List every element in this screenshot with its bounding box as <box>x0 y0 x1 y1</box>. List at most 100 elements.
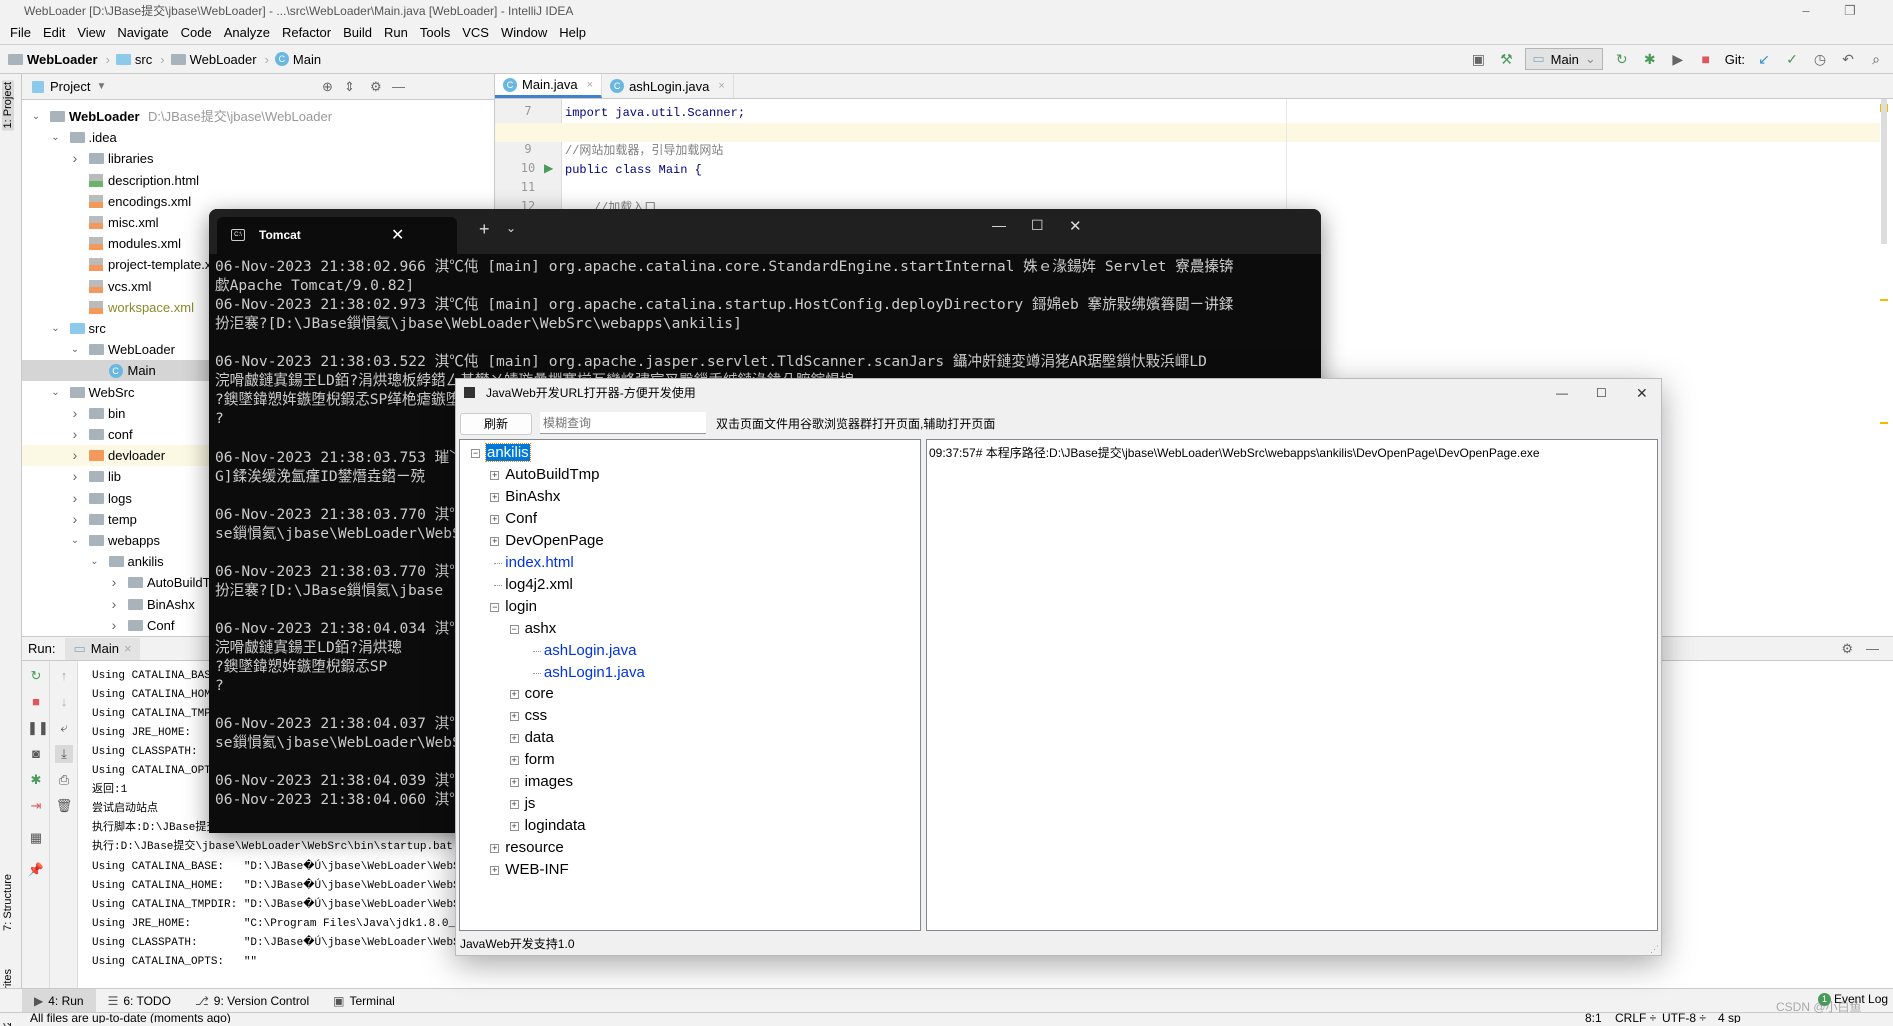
minimize-button[interactable]: – <box>1786 0 1826 22</box>
close-button[interactable]: ✕ <box>1636 379 1648 407</box>
soft-wrap-icon[interactable]: ⤶ <box>55 719 73 737</box>
chevron-right-icon[interactable]: › <box>108 572 120 593</box>
chevron-down-icon[interactable]: ⌄ <box>30 106 42 127</box>
caret-position[interactable]: 8:1 <box>1585 1013 1602 1023</box>
chevron-right-icon[interactable]: › <box>69 148 81 169</box>
expand-plus-icon[interactable]: + <box>509 822 519 832</box>
editor-scrollbar[interactable] <box>1881 99 1887 244</box>
rollback-icon[interactable]: ↶ <box>1839 50 1857 68</box>
expand-plus-icon[interactable]: + <box>509 712 519 722</box>
hide-panel-icon[interactable]: — <box>1866 641 1879 656</box>
menu-view[interactable]: View <box>71 22 111 44</box>
hide-panel-icon[interactable]: — <box>392 79 405 94</box>
chevron-right-icon[interactable]: › <box>108 615 120 636</box>
tree-node[interactable]: BinAshx <box>505 486 560 508</box>
chevron-down-icon[interactable]: ⌄ <box>69 339 81 360</box>
breadcrumb-package[interactable]: WebLoader › <box>170 52 269 67</box>
menu-edit[interactable]: Edit <box>37 22 71 44</box>
scroll-to-end-icon[interactable]: ⤓ <box>55 745 73 763</box>
toolwindow-terminal[interactable]: ▣ Terminal <box>321 989 407 1013</box>
gear-icon[interactable]: ⚙ <box>1841 641 1853 657</box>
tree-node[interactable]: form <box>525 749 555 771</box>
tree-node[interactable]: resource <box>505 837 563 859</box>
expand-plus-icon[interactable]: + <box>509 778 519 788</box>
menu-build[interactable]: Build <box>337 22 378 44</box>
refresh-button[interactable]: 刷新 <box>460 413 532 435</box>
chevron-right-icon[interactable]: › <box>69 488 81 509</box>
breadcrumb-project[interactable]: WebLoader › <box>8 52 110 67</box>
layout-icon[interactable]: ▦ <box>27 829 45 847</box>
line-separator[interactable]: CRLF ÷ <box>1615 1013 1656 1023</box>
chevron-down-icon[interactable]: ⌄ <box>50 382 62 403</box>
trash-icon[interactable]: 🗑 <box>55 797 73 815</box>
tree-node[interactable]: Conf <box>505 508 537 530</box>
chevron-down-icon[interactable]: ⌄ <box>50 318 62 339</box>
stop-icon[interactable]: ■ <box>1697 50 1715 68</box>
git-update-icon[interactable]: ↙ <box>1755 50 1773 68</box>
exit-icon[interactable]: ⇥ <box>27 797 45 815</box>
chevron-down-icon[interactable]: ▼ <box>96 81 106 92</box>
breadcrumb-src[interactable]: src › <box>115 52 165 67</box>
arrow-down-icon[interactable]: ↓ <box>55 693 73 711</box>
expand-plus-icon[interactable]: + <box>490 844 500 854</box>
pause-icon[interactable]: ❚❚ <box>27 719 49 737</box>
new-tab-icon[interactable]: + <box>479 219 490 240</box>
expand-plus-icon[interactable]: + <box>509 800 519 810</box>
menu-run[interactable]: Run <box>378 22 414 44</box>
maximize-button[interactable]: ☐ <box>1596 379 1607 407</box>
tree-node[interactable]: WEB-INF <box>505 859 568 881</box>
chevron-right-icon[interactable]: › <box>69 466 81 487</box>
collapse-all-icon[interactable]: ⇕ <box>344 79 355 95</box>
tree-node[interactable]: core <box>525 683 554 705</box>
chevron-right-icon[interactable]: › <box>108 594 120 615</box>
rerun-icon[interactable]: ↻ <box>27 667 45 685</box>
expand-plus-icon[interactable]: + <box>490 470 500 480</box>
expand-plus-icon[interactable]: + <box>490 492 500 502</box>
chevron-right-icon[interactable]: › <box>69 424 81 445</box>
tree-item[interactable]: › libraries <box>22 148 494 169</box>
tree-item[interactable]: ⌄ .idea <box>22 127 494 148</box>
file-encoding[interactable]: UTF-8 ÷ <box>1662 1013 1706 1023</box>
project-view-select[interactable]: Project <box>50 79 90 94</box>
menu-refactor[interactable]: Refactor <box>276 22 337 44</box>
close-tab-icon[interactable]: ✕ <box>391 217 404 254</box>
tree-node[interactable]: log4j2.xml <box>505 574 573 596</box>
tree-node[interactable]: css <box>525 705 548 727</box>
collapse-minus-icon[interactable]: − <box>471 449 480 458</box>
minimize-button[interactable]: — <box>992 217 1006 233</box>
chevron-down-icon[interactable]: ⌄ <box>69 530 81 551</box>
tree-node[interactable]: ashLogin1.java <box>544 662 645 684</box>
expand-plus-icon[interactable]: + <box>490 536 500 546</box>
pin-icon[interactable]: 📌 <box>27 861 45 879</box>
expand-plus-icon[interactable]: + <box>509 756 519 766</box>
print-icon[interactable]: ⎙ <box>55 771 73 789</box>
tree-item[interactable]: description.html <box>22 170 494 191</box>
close-icon[interactable]: × <box>124 641 132 656</box>
menu-file[interactable]: File <box>4 22 37 44</box>
search-input[interactable] <box>540 412 706 434</box>
stop-icon[interactable]: ■ <box>27 693 45 711</box>
tree-node[interactable]: data <box>525 727 554 749</box>
menu-analyze[interactable]: Analyze <box>218 22 276 44</box>
error-stripe-marker[interactable] <box>1880 422 1888 424</box>
expand-plus-icon[interactable]: + <box>490 866 500 876</box>
collapse-minus-icon[interactable]: − <box>490 602 500 612</box>
coverage-icon[interactable]: ▶ <box>1669 50 1687 68</box>
tree-node[interactable]: logindata <box>525 815 586 837</box>
structure-tool-button[interactable]: 7: Structure <box>2 874 14 931</box>
file-tree[interactable]: − ankilis + AutoBuildTmp + BinAshx + Conf + DevOp… <box>459 439 921 931</box>
tree-item[interactable]: ⌄ WebLoader D:\JBase提交\jbase\WebLoader <box>22 106 494 127</box>
tree-node[interactable]: ashLogin.java <box>544 640 637 662</box>
expand-plus-icon[interactable]: + <box>490 514 500 524</box>
debug-bug-icon[interactable]: ✱ <box>1641 50 1659 68</box>
menu-code[interactable]: Code <box>175 22 218 44</box>
arrow-up-icon[interactable]: ↑ <box>55 667 73 685</box>
maximize-button[interactable]: ☐ <box>1031 217 1044 234</box>
git-commit-icon[interactable]: ✓ <box>1783 50 1801 68</box>
collapse-minus-icon[interactable]: − <box>509 624 519 634</box>
toolwindow-run[interactable]: ▶ 4: Run <box>22 988 96 1013</box>
camera-icon[interactable]: ◙ <box>27 745 45 763</box>
expand-plus-icon[interactable]: + <box>509 690 519 700</box>
gear-icon[interactable]: ⚙ <box>370 79 382 95</box>
run-tab-main[interactable]: ▭ Main × <box>65 637 140 660</box>
